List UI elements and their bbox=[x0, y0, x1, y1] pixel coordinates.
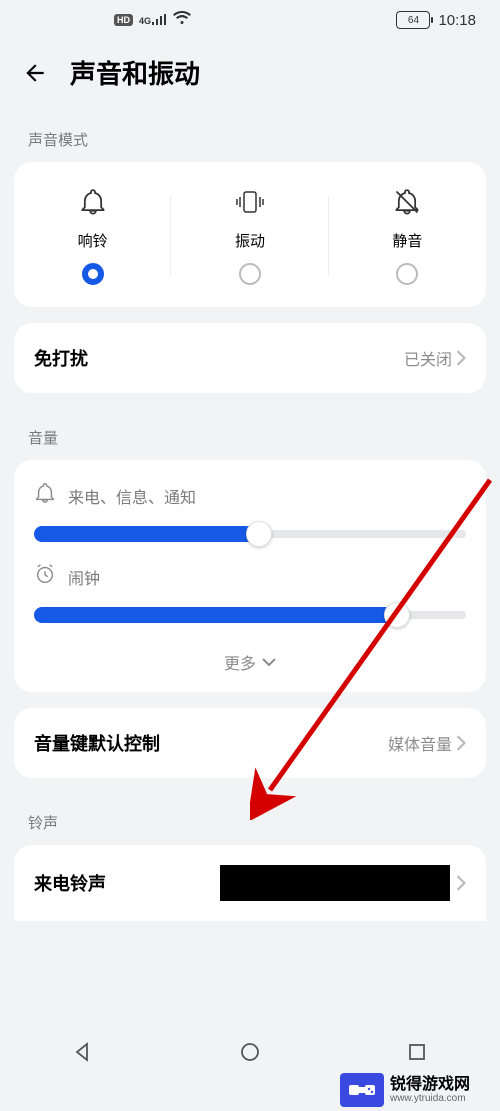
dnd-card: 免打扰 已关闭 bbox=[14, 323, 486, 393]
watermark: 锐得游戏网 www.ytruida.com bbox=[340, 1073, 470, 1107]
status-left: HD 4G bbox=[114, 11, 191, 29]
battery-icon: 64 bbox=[396, 11, 430, 29]
volume-key-label: 音量键默认控制 bbox=[34, 730, 160, 756]
arrow-left-icon bbox=[22, 60, 48, 86]
section-ringtone: 铃声 bbox=[0, 794, 500, 845]
watermark-title: 锐得游戏网 bbox=[390, 1076, 470, 1094]
bell-icon bbox=[79, 186, 107, 218]
page-header: 声音和振动 bbox=[0, 40, 500, 111]
chevron-down-icon bbox=[262, 657, 276, 667]
status-bar: HD 4G 64 10:18 bbox=[0, 0, 500, 40]
volume-more[interactable]: 更多 bbox=[34, 644, 466, 678]
dnd-row[interactable]: 免打扰 已关闭 bbox=[14, 323, 486, 393]
mode-silent[interactable]: 静音 bbox=[329, 186, 486, 285]
mode-label: 振动 bbox=[235, 230, 265, 251]
ringtone-card: 来电铃声 bbox=[14, 845, 486, 921]
nav-back[interactable] bbox=[71, 1040, 95, 1064]
ringtone-row[interactable]: 来电铃声 bbox=[34, 865, 466, 901]
alarm-icon bbox=[34, 563, 56, 590]
volume-call-label: 来电、信息、通知 bbox=[68, 484, 196, 508]
system-navbar bbox=[0, 1027, 500, 1077]
section-sound-mode: 声音模式 bbox=[0, 111, 500, 162]
radio-silent[interactable] bbox=[396, 263, 418, 285]
volume-key-card: 音量键默认控制 媒体音量 bbox=[14, 708, 486, 778]
bell-off-icon bbox=[393, 186, 421, 218]
status-right: 64 10:18 bbox=[396, 11, 476, 29]
status-time: 10:18 bbox=[438, 12, 476, 29]
volume-call-slider[interactable] bbox=[34, 523, 466, 545]
nav-home[interactable] bbox=[238, 1040, 262, 1064]
chevron-right-icon bbox=[456, 875, 466, 891]
dnd-label: 免打扰 bbox=[34, 345, 88, 371]
volume-alarm-group: 闹钟 bbox=[34, 563, 466, 626]
bell-outline-icon bbox=[34, 482, 56, 509]
section-volume: 音量 bbox=[0, 409, 500, 460]
page-title: 声音和振动 bbox=[70, 54, 200, 91]
chevron-right-icon bbox=[456, 735, 466, 751]
chevron-right-icon bbox=[456, 350, 466, 366]
volume-alarm-slider[interactable] bbox=[34, 604, 466, 626]
mode-vibrate[interactable]: 振动 bbox=[171, 186, 328, 285]
vibrate-icon bbox=[235, 186, 265, 218]
sound-mode-card: 响铃 振动 静音 bbox=[14, 162, 486, 307]
volume-alarm-label: 闹钟 bbox=[68, 565, 100, 589]
mode-label: 响铃 bbox=[78, 230, 108, 251]
nav-recent[interactable] bbox=[405, 1040, 429, 1064]
wifi-icon bbox=[173, 11, 191, 29]
back-button[interactable] bbox=[20, 58, 50, 88]
watermark-url: www.ytruida.com bbox=[390, 1093, 470, 1104]
radio-ring[interactable] bbox=[82, 263, 104, 285]
dnd-value: 已关闭 bbox=[404, 346, 466, 370]
volume-card: 来电、信息、通知 闹钟 更多 bbox=[14, 460, 486, 692]
mode-label: 静音 bbox=[392, 230, 422, 251]
mode-ring[interactable]: 响铃 bbox=[14, 186, 171, 285]
watermark-logo-icon bbox=[340, 1073, 384, 1107]
ringtone-value-redacted bbox=[220, 865, 450, 901]
ringtone-label: 来电铃声 bbox=[34, 870, 106, 896]
hd-icon: HD bbox=[114, 14, 133, 26]
volume-key-value: 媒体音量 bbox=[388, 731, 466, 755]
network-icon: 4G bbox=[139, 14, 167, 26]
radio-vibrate[interactable] bbox=[239, 263, 261, 285]
volume-call-group: 来电、信息、通知 bbox=[34, 482, 466, 545]
volume-key-row[interactable]: 音量键默认控制 媒体音量 bbox=[14, 708, 486, 778]
